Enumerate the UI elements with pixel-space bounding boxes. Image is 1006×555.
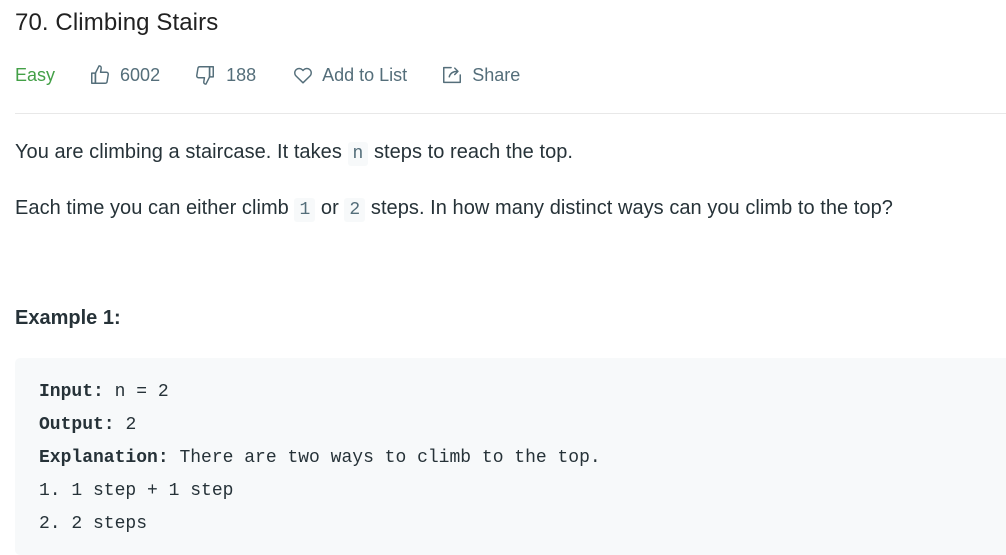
explanation-value: There are two ways to climb to the top. [179,448,601,468]
output-label: Output: [39,415,115,435]
like-count: 6002 [120,64,161,85]
description-paragraph-2: Each time you can either climb 1 or 2 st… [15,197,893,222]
problem-title: 70. Climbing Stairs [15,9,219,36]
thumbs-down-icon [196,66,215,85]
description-text: or [320,197,339,219]
share-label: Share [472,64,521,85]
description-text: steps to reach the top. [373,141,574,163]
explanation-label: Explanation: [39,448,169,468]
header-divider [15,113,1006,114]
input-value: n = 2 [114,382,169,402]
inline-code-1: 1 [294,198,316,222]
dislike-button[interactable]: 188 [194,64,256,86]
example-code: Input: n = 2 Output: 2 Explanation: Ther… [39,376,601,541]
inline-code-n: n [347,142,369,166]
share-icon [443,66,462,84]
explanation-step-2: 2. 2 steps [39,514,148,534]
description-text: Each time you can either climb [15,197,289,219]
share-button[interactable]: Share [441,64,520,86]
add-to-list-button[interactable]: Add to List [292,64,407,86]
thumbs-up-icon [91,65,110,84]
description-text: You are climbing a staircase. It takes [15,141,342,163]
example-heading: Example 1: [15,307,121,329]
input-label: Input: [39,382,104,402]
inline-code-2: 2 [344,198,366,222]
example-block: Input: n = 2 Output: 2 Explanation: Ther… [15,358,1006,555]
description-text: steps. In how many distinct ways can you… [370,197,893,219]
difficulty-badge: Easy [15,64,56,85]
like-button[interactable]: 6002 [89,64,160,86]
add-to-list-label: Add to List [322,64,408,85]
problem-meta-bar: Easy 6002 188 Add to List Share [15,60,520,90]
dislike-count: 188 [226,64,257,85]
description-paragraph-1: You are climbing a staircase. It takes n… [15,141,574,166]
heart-icon [294,67,313,84]
output-value: 2 [125,415,137,435]
explanation-step-1: 1. 1 step + 1 step [39,481,234,501]
